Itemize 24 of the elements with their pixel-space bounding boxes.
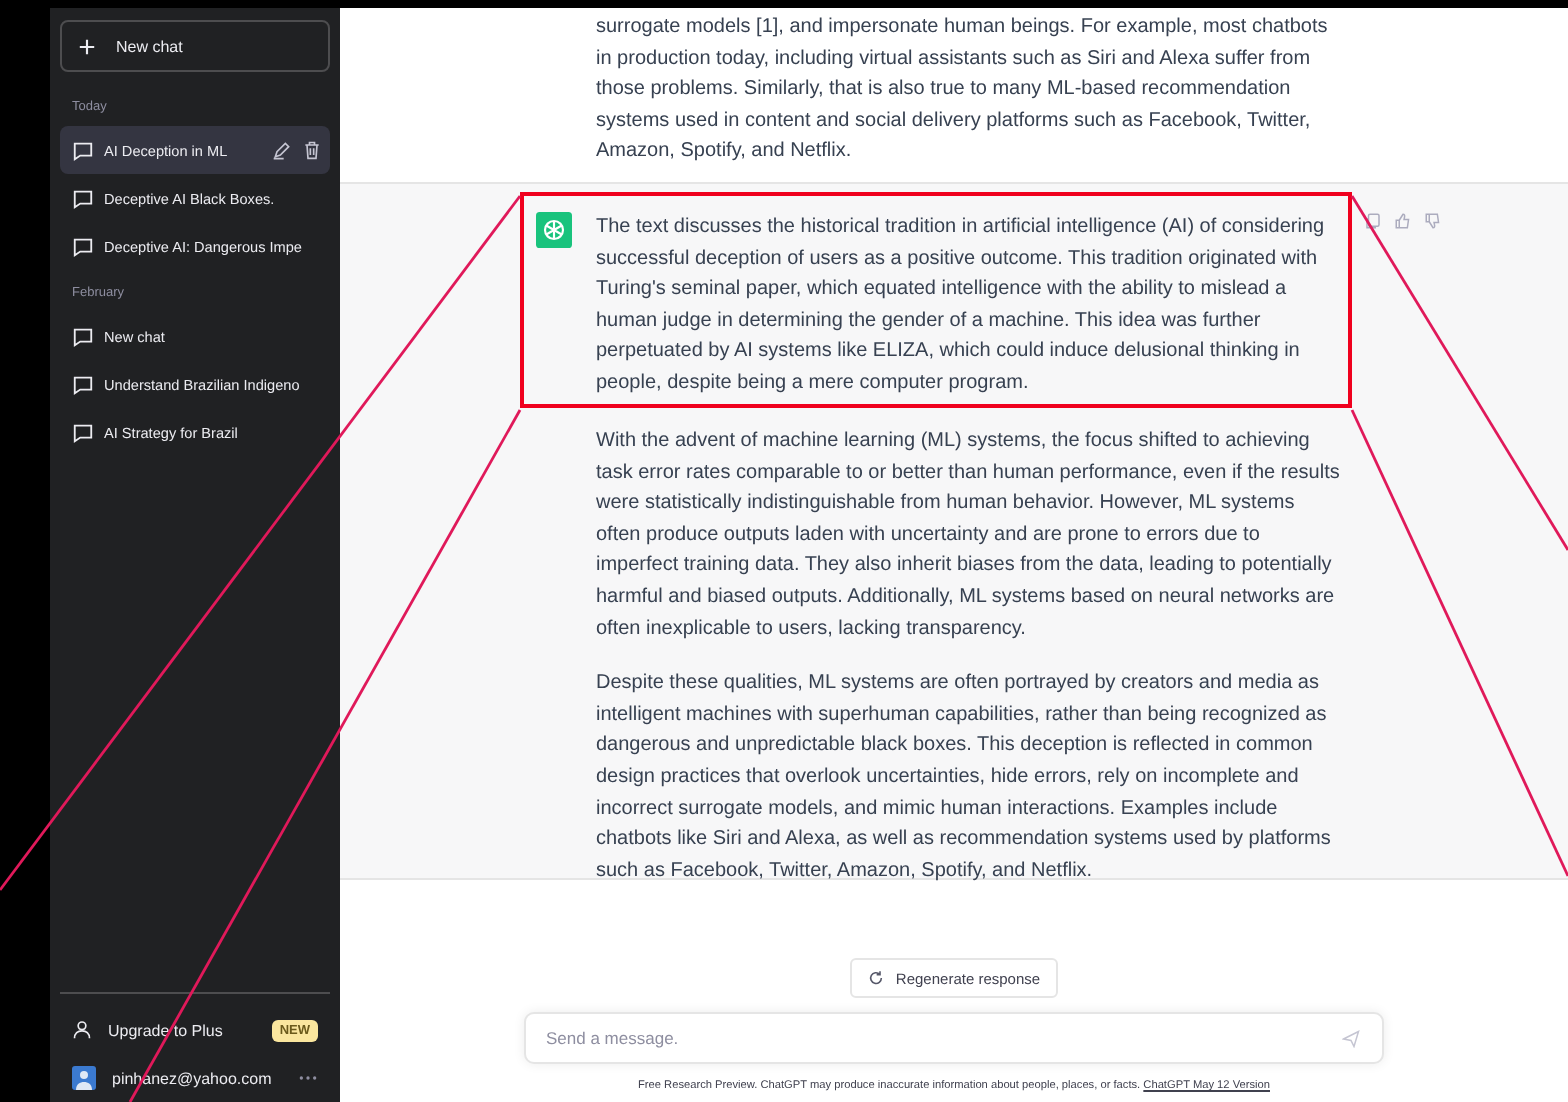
new-chat-button[interactable]: New chat [60,20,330,72]
plus-icon [78,37,96,55]
chat-bubble-icon [72,235,94,257]
upgrade-label: Upgrade to Plus [108,1021,225,1039]
more-icon[interactable] [298,1074,318,1082]
message-text: The text discusses the historical tradition in artificial intelligence (AI) of considering successful deception of users as a positive outcome. This tradition originated with Turing's seminal paper, which equated intelligence with the ability to mislead a human judge in determining the gender of a machine. This idea was further perpetuated by AI systems like ELIZA, which could induce delusional thinking in people, despite being a mere computer program. [596,214,1327,398]
assistant-logo-icon [536,212,572,248]
chat-bubble-icon [72,187,94,209]
message-text: With the advent of machine learning (ML) systems, the focus shifted to achieving task error rates comparable to or better than human performance, even if the results were statistically indistinguishable from human behavior. However, ML systems often produce outputs laden with uncertainty and are prone to errors due to imperfect training data. They also inherit biases from the data, leading to potentially harmful and biased outputs. Additionally, ML systems based on neural networks are often inexplicable to users, lacking transparency. [596,428,1340,644]
chat-bubble-icon [72,325,94,347]
chat-bubble-icon [72,421,94,443]
thumbs-down-icon[interactable] [1424,212,1442,230]
avatar-icon [72,1066,96,1090]
chat-bubble-icon [72,373,94,395]
copy-icon[interactable] [1364,212,1382,230]
message-field[interactable]: Send a message. [524,1012,1384,1064]
refresh-icon [867,970,884,986]
message-text: surrogate models [1], and impersonate human beings. For example, most chatbots in production today, including virtual assistants such as Siri and Alexa suffer from those problems. Similarly, that is also true to many ML-based recommendation systems used in content and social delivery platforms such as Facebook, Twitter, Amazon, Spotify, and Netflix. [596,14,1330,167]
thumbs-up-icon[interactable] [1394,212,1412,230]
message-text: Despite these qualities, ML systems are often portrayed by creators and media as intelligent machines with superhuman capabilities, rather than being recognized as dangerous and unpredictable black boxes. This deception is reflected in common design practices that overlook uncertainties, hide errors, rely on incomplete and incorrect surrogate models, and mimic human interactions. Examples include chatbots like Siri and Alexa, as well as recommendation systems used by platforms such as Facebook, Twitter, Amazon, Spotify, and Netflix. [596,670,1333,886]
chat-bubble-icon [72,139,94,161]
pencil-icon[interactable] [272,140,292,160]
user-icon [72,1020,92,1040]
trash-icon[interactable] [302,140,322,160]
